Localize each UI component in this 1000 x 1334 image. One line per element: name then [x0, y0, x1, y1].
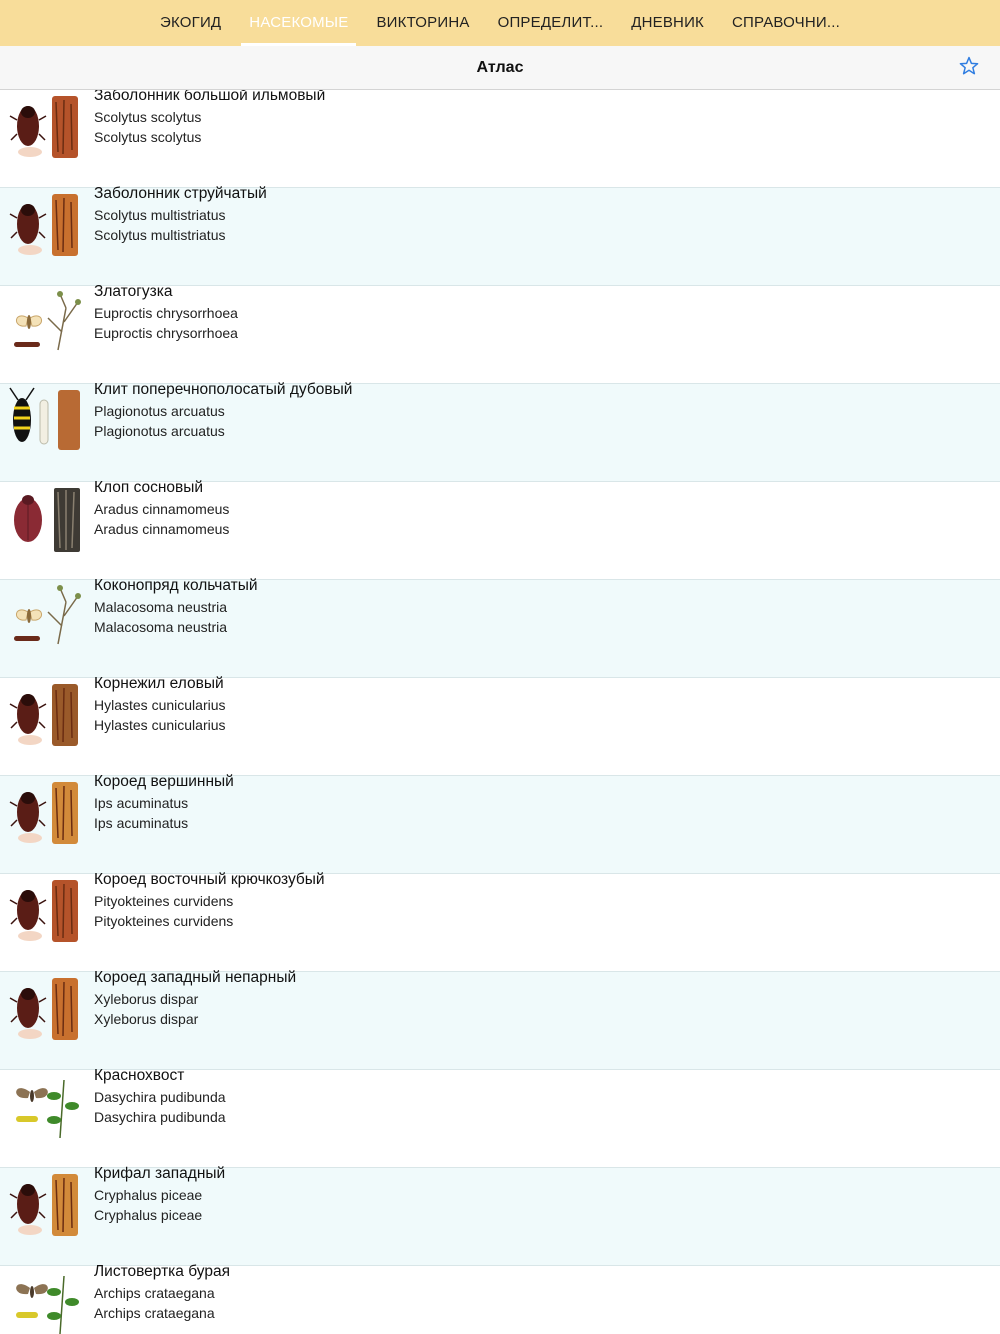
latin-name-secondary: Dasychira pudibunda: [94, 1109, 226, 1125]
latin-name: Euproctis chrysorrhoea: [94, 305, 238, 321]
star-icon[interactable]: [958, 55, 980, 77]
list-item[interactable]: Корнежил еловый Hylastes cunicularius Hyla…: [0, 675, 1000, 776]
latin-name-secondary: Plagionotus arcuatus: [94, 423, 225, 439]
page-title: Атлас: [476, 59, 524, 76]
insect-name: Златогузка: [94, 283, 173, 300]
latin-name: Cryphalus piceae: [94, 1187, 203, 1203]
latin-name-secondary: Euproctis chrysorrhoea: [94, 325, 238, 341]
insect-name: Крифал западный: [94, 1165, 226, 1182]
list-item[interactable]: Коконопряд кольчатый Malacosoma neustria M…: [0, 577, 1000, 678]
moth-leaves-icon: [8, 1072, 86, 1142]
latin-name-secondary: Ips acuminatus: [94, 815, 189, 831]
insect-name: Корнежил еловый: [94, 675, 224, 692]
latin-name: Hylastes cunicularius: [94, 697, 226, 713]
latin-name-secondary: Scolytus scolytus: [94, 129, 202, 145]
tab-ecoguide[interactable]: ЭКОГИД: [146, 0, 235, 46]
list-item[interactable]: Крифал западный Cryphalus piceae Cryphalus…: [0, 1165, 1000, 1266]
list-item[interactable]: Короед западный непарный Xyleborus dispar…: [0, 969, 1000, 1070]
bug-bark-icon: [8, 484, 86, 554]
beetle-bark-icon: [8, 1170, 86, 1240]
latin-name-secondary: Pityokteines curvidens: [94, 913, 234, 929]
insect-name: Коконопряд кольчатый: [94, 577, 258, 594]
tab-identifier[interactable]: ОПРЕДЕЛИТ...: [484, 0, 618, 46]
beetle-bark-icon: [8, 680, 86, 750]
top-tab-bar: ЭКОГИД НАСЕКОМЫЕ ВИКТОРИНА ОПРЕДЕЛИТ... …: [0, 0, 1000, 46]
insect-name: Короед восточный крючкозубый: [94, 871, 325, 888]
latin-name: Dasychira pudibunda: [94, 1089, 226, 1105]
insect-name: Краснохвост: [94, 1067, 185, 1084]
latin-name-secondary: Scolytus multistriatus: [94, 227, 226, 243]
moth-leaves-icon: [8, 1268, 86, 1334]
insect-name: Заболонник струйчатый: [94, 185, 267, 202]
latin-name: Ips acuminatus: [94, 795, 189, 811]
insect-name: Клит поперечнополосатый дубовый: [94, 381, 353, 398]
insect-name: Короед вершинный: [94, 773, 234, 790]
latin-name: Pityokteines curvidens: [94, 893, 234, 909]
latin-name-secondary: Archips crataegana: [94, 1305, 215, 1321]
longhorn-beetle-icon: [8, 386, 86, 456]
list-item[interactable]: Краснохвост Dasychira pudibunda Dasychira …: [0, 1067, 1000, 1168]
latin-name: Scolytus multistriatus: [94, 207, 226, 223]
beetle-bark-icon: [8, 974, 86, 1044]
list-item[interactable]: Листовертка бурая Archips crataegana Archi…: [0, 1263, 1000, 1334]
beetle-bark-icon: [8, 92, 86, 162]
beetle-bark-icon: [8, 190, 86, 260]
tab-insects[interactable]: НАСЕКОМЫЕ: [235, 0, 362, 46]
insect-name: Короед западный непарный: [94, 969, 297, 986]
latin-name-secondary: Hylastes cunicularius: [94, 717, 226, 733]
tab-quiz[interactable]: ВИКТОРИНА: [362, 0, 483, 46]
insect-name: Заболонник большой ильмовый: [94, 90, 326, 104]
insect-name: Клоп сосновый: [94, 479, 204, 496]
latin-name: Scolytus scolytus: [94, 109, 202, 125]
list-item[interactable]: Короед вершинный Ips acuminatus Ips acumin…: [0, 773, 1000, 874]
latin-name-secondary: Xyleborus dispar: [94, 1011, 199, 1027]
beetle-bark-icon: [8, 778, 86, 848]
latin-name: Plagionotus arcuatus: [94, 403, 225, 419]
latin-name: Archips crataegana: [94, 1285, 215, 1301]
insect-list: Заболонник большой ильмовый Scolytus scol…: [0, 90, 1000, 1334]
navigation-bar: Атлас: [0, 46, 1000, 90]
moth-branch-icon: [8, 288, 86, 358]
insect-name: Листовертка бурая: [94, 1263, 230, 1280]
moth-branch-icon: [8, 582, 86, 652]
list-item[interactable]: Заболонник большой ильмовый Scolytus scol…: [0, 90, 1000, 188]
list-item[interactable]: Златогузка Euproctis chrysorrhoea Euprocti…: [0, 283, 1000, 384]
list-item[interactable]: Клоп сосновый Aradus cinnamomeus Aradus ci…: [0, 479, 1000, 580]
list-item[interactable]: Короед восточный крючкозубый Pityokteines…: [0, 871, 1000, 972]
latin-name-secondary: Aradus cinnamomeus: [94, 521, 230, 537]
list-item[interactable]: Заболонник струйчатый Scolytus multistria…: [0, 185, 1000, 286]
latin-name: Xyleborus dispar: [94, 991, 199, 1007]
beetle-bark-icon: [8, 876, 86, 946]
list-item[interactable]: Клит поперечнополосатый дубовый Plagionot…: [0, 381, 1000, 482]
latin-name-secondary: Malacosoma neustria: [94, 619, 228, 635]
latin-name: Malacosoma neustria: [94, 599, 228, 615]
latin-name: Aradus cinnamomeus: [94, 501, 230, 517]
latin-name-secondary: Cryphalus piceae: [94, 1207, 203, 1223]
tab-reference[interactable]: СПРАВОЧНИ...: [718, 0, 854, 46]
tab-diary[interactable]: ДНЕВНИК: [617, 0, 718, 46]
